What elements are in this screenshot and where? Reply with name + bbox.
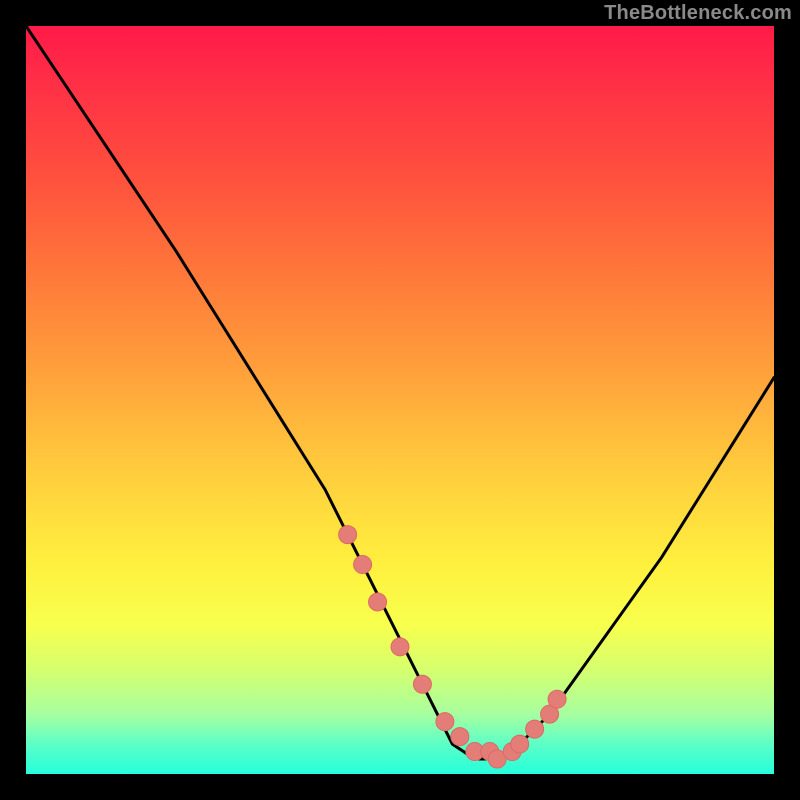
plot-area bbox=[26, 26, 774, 774]
data-marker bbox=[548, 690, 566, 708]
data-marker bbox=[354, 556, 372, 574]
plot-svg bbox=[26, 26, 774, 774]
data-marker bbox=[369, 593, 387, 611]
data-marker bbox=[391, 638, 409, 656]
data-marker bbox=[339, 526, 357, 544]
data-marker bbox=[436, 713, 454, 731]
data-marker bbox=[526, 720, 544, 738]
chart-stage: TheBottleneck.com bbox=[0, 0, 800, 800]
data-marker bbox=[451, 728, 469, 746]
data-marker bbox=[413, 675, 431, 693]
data-marker bbox=[511, 735, 529, 753]
watermark-text: TheBottleneck.com bbox=[604, 2, 792, 25]
